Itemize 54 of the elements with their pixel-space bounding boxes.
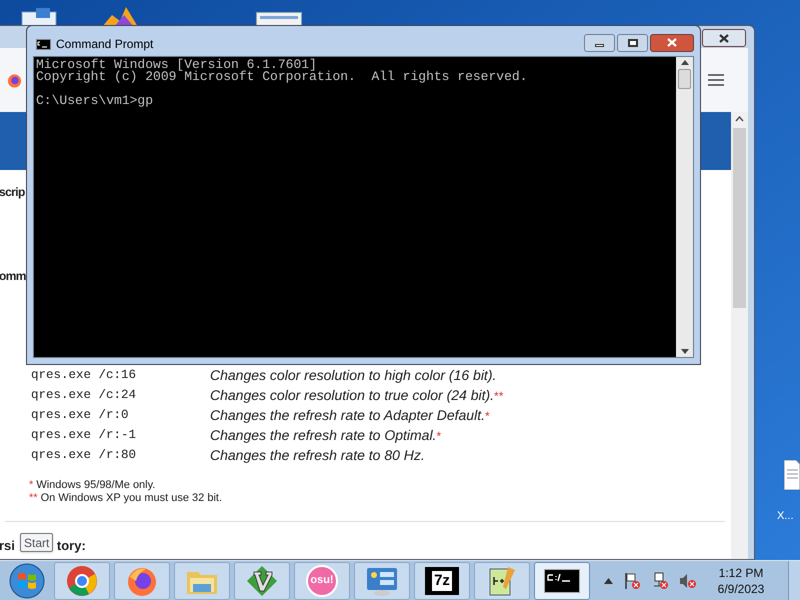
console-icon [36, 38, 51, 50]
scrollbar[interactable] [731, 112, 748, 559]
minimize-icon [595, 44, 604, 47]
scroll-up-icon[interactable] [680, 60, 688, 65]
scroll-down-icon[interactable] [680, 349, 688, 354]
command-text: qres.exe /c:16 [31, 366, 138, 384]
document-icon[interactable] [784, 460, 800, 490]
scrollbar[interactable] [676, 57, 693, 357]
scroll-up-icon[interactable] [735, 116, 744, 122]
taskbar-button[interactable] [534, 562, 590, 600]
command-text: qres.exe /c:24 [31, 386, 138, 404]
desktop-icon[interactable] [256, 12, 302, 26]
maximize-button[interactable] [617, 34, 648, 52]
window-title: Command Prompt [56, 36, 154, 53]
network-icon[interactable] [651, 572, 669, 590]
command-text: qres.exe /r:0 [31, 406, 130, 424]
show-hidden-icons-icon[interactable] [604, 578, 613, 584]
command-description: Changes color resolution to high color (16 bit). [210, 366, 496, 385]
zip-icon: 7z [425, 566, 459, 594]
vim-icon [246, 564, 278, 596]
command-description: Changes color resolution to true color (24 bit).** [210, 386, 504, 405]
console-line: Copyright (c) 2009 Microsoft Corporation. All rights reserved. [36, 71, 528, 83]
close-icon [667, 38, 677, 47]
scrollbar-thumb[interactable] [678, 69, 691, 89]
section-heading: tory: [56, 537, 86, 555]
flag-icon[interactable] [623, 572, 641, 590]
start-orb-icon [9, 562, 45, 598]
console-line: Microsoft Windows [Version 6.1.7601] [36, 59, 317, 71]
section-heading: rsi [0, 537, 15, 555]
taskbar-button[interactable]: 7z [414, 562, 470, 600]
menu-icon[interactable] [708, 74, 724, 86]
firefox-icon[interactable] [7, 72, 22, 88]
close-button[interactable] [702, 29, 746, 47]
command-text: qres.exe /r:80 [31, 446, 138, 464]
taskbar-button[interactable] [234, 562, 290, 600]
maximize-icon [628, 38, 638, 46]
command-description: Changes the refresh rate to 80 Hz. [210, 446, 425, 465]
desktop-icon-label: X... [777, 509, 794, 524]
scrollbar-thumb[interactable] [733, 128, 746, 308]
command-text: qres.exe /r:-1 [31, 426, 138, 444]
command-description: Changes the refresh rate to Optimal.* [210, 426, 442, 445]
command-description: Changes the refresh rate to Adapter Default.* [210, 406, 490, 425]
tooltip: Start [20, 533, 54, 552]
console-icon [544, 568, 580, 592]
close-icon [719, 34, 729, 42]
osu-icon: osu! [306, 564, 338, 596]
console-prompt: C:\Users\vm1>gp [36, 95, 154, 107]
footnote: ** On Windows XP you must use 32 bit. [29, 492, 224, 505]
close-button[interactable] [650, 34, 694, 52]
minimize-button[interactable] [584, 34, 615, 52]
footnote: * Windows 95/98/Me only. [29, 479, 156, 492]
clock[interactable]: 1:12 PM 6/9/2023 [709, 564, 773, 596]
volume-muted-icon[interactable] [679, 572, 697, 590]
chrome-icon [66, 564, 98, 596]
